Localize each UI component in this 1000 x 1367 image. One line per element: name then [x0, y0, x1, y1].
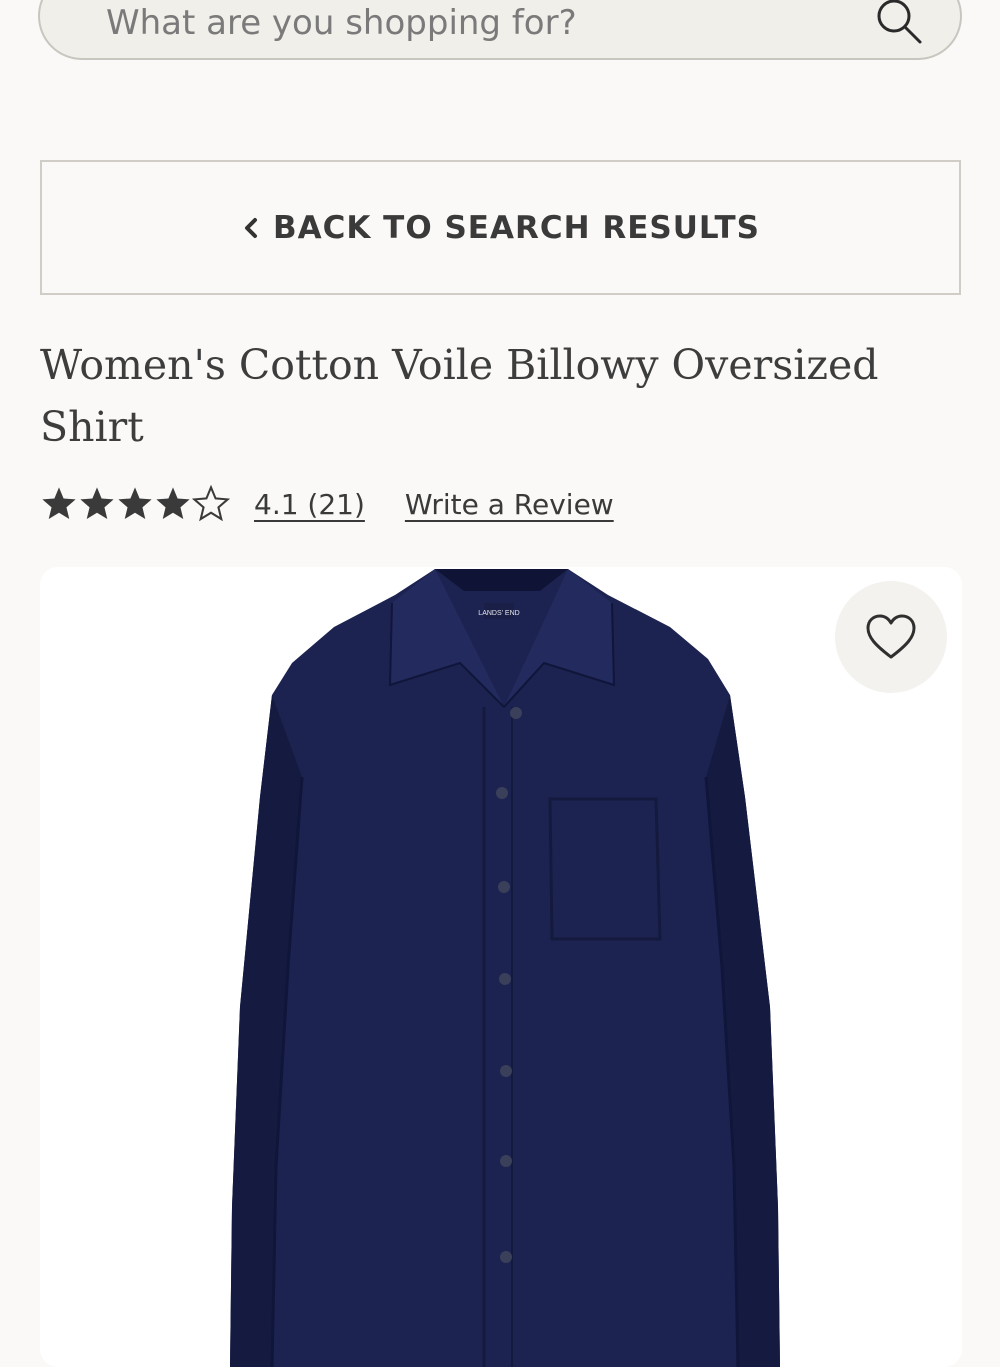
product-rating: 4.1 (21) Write a Review	[40, 482, 614, 526]
back-button-label: BACK TO SEARCH RESULTS	[273, 209, 760, 246]
search-icon[interactable]	[872, 0, 928, 52]
star-icon	[156, 487, 190, 520]
favorite-button[interactable]	[835, 581, 947, 693]
product-image-card: LANDS' END	[40, 567, 962, 1367]
product-image[interactable]: LANDS' END	[40, 567, 962, 1367]
write-review-link[interactable]: Write a Review	[405, 488, 614, 521]
star-outline-icon	[192, 485, 230, 522]
back-to-search-results-button[interactable]: BACK TO SEARCH RESULTS	[40, 160, 961, 295]
search-input[interactable]	[104, 0, 848, 52]
product-title: Women's Cotton Voile Billowy Oversized S…	[40, 341, 879, 451]
star-icon	[118, 487, 152, 520]
star-icon	[42, 487, 76, 520]
brand-tag: LANDS' END	[478, 610, 519, 617]
search-bar[interactable]	[38, 0, 962, 60]
heart-outline-icon	[866, 614, 916, 659]
rating-count-link[interactable]: 4.1 (21)	[254, 488, 365, 521]
rating-stars	[40, 485, 230, 523]
chevron-left-icon	[245, 217, 257, 238]
star-icon	[80, 487, 114, 520]
